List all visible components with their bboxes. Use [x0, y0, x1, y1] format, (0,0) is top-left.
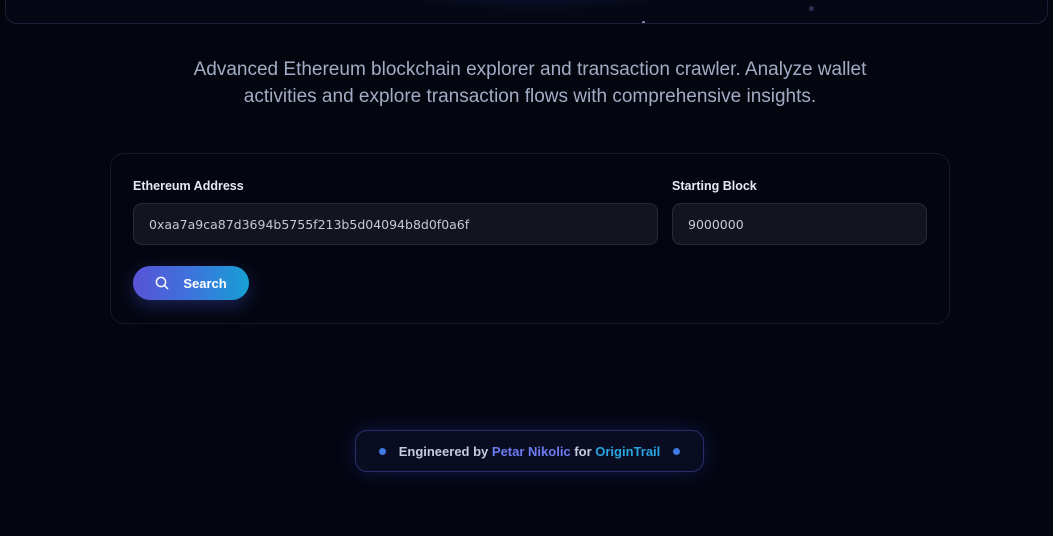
footer-dot-left	[378, 447, 386, 455]
search-icon	[155, 276, 169, 290]
hero-glow	[366, 0, 706, 11]
starting-block-label: Starting Block	[672, 179, 757, 193]
page: Advanced Ethereum blockchain explorer an…	[0, 0, 1053, 536]
footer-text: Engineered by Petar Nikolic for OriginTr…	[399, 444, 661, 459]
footer-author-link[interactable]: Petar Nikolic	[492, 444, 571, 459]
ethereum-address-value: 0xaa7a9ca87d3694b5755f213b5d04094b8d0f0a…	[149, 216, 470, 232]
hero-card	[5, 0, 1048, 24]
decorative-dot	[642, 21, 645, 23]
footer-company-link[interactable]: OriginTrail	[595, 444, 660, 459]
ethereum-address-input[interactable]: 0xaa7a9ca87d3694b5755f213b5d04094b8d0f0a…	[133, 203, 658, 245]
search-form-card: Ethereum Address 0xaa7a9ca87d3694b5755f2…	[110, 153, 950, 324]
starting-block-value: 9000000	[688, 216, 744, 232]
address-label: Ethereum Address	[133, 179, 244, 193]
decorative-dot	[809, 6, 814, 11]
search-button-label: Search	[183, 275, 227, 291]
footer-prefix: Engineered by	[398, 443, 489, 459]
page-description: Advanced Ethereum blockchain explorer an…	[193, 59, 867, 107]
footer-credit: Engineered by Petar Nikolic for OriginTr…	[355, 430, 704, 472]
search-button[interactable]: Search	[133, 266, 249, 300]
footer-joiner: for	[574, 443, 592, 459]
starting-block-input[interactable]: 9000000	[672, 203, 927, 245]
footer-dot-right	[673, 447, 681, 455]
